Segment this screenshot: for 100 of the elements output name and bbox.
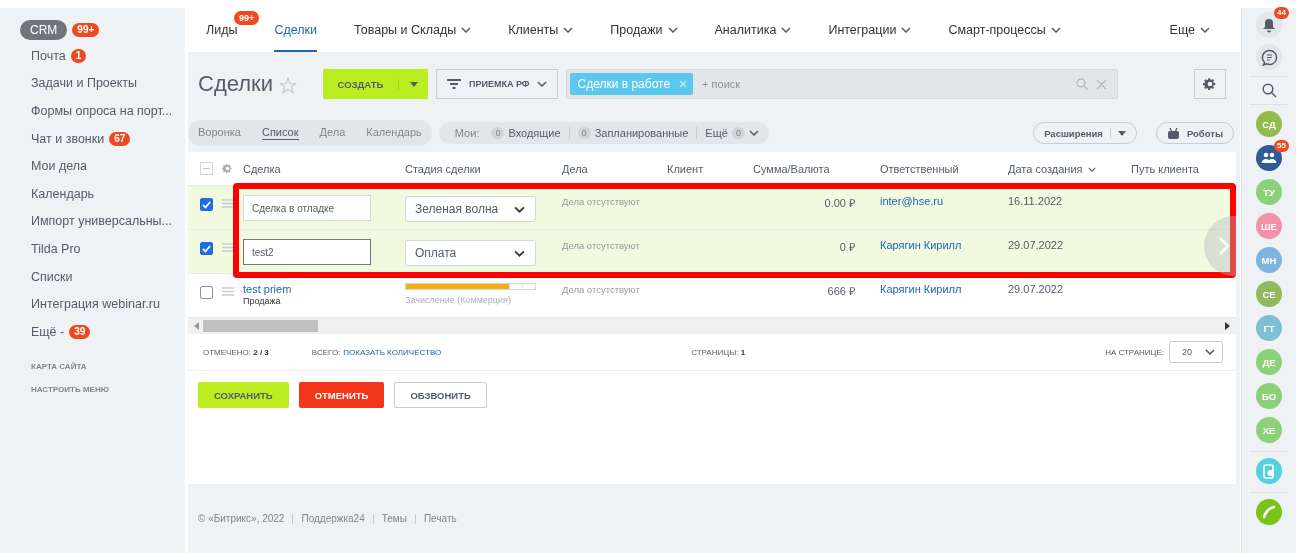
amount-cell: 0 ₽ — [839, 241, 855, 253]
select-all-checkbox[interactable] — [200, 162, 213, 175]
footer-link[interactable]: Темы — [381, 513, 407, 524]
phone-cloud-button[interactable] — [1256, 458, 1282, 484]
page-title: Сделки — [198, 71, 273, 97]
drag-handle-icon[interactable] — [222, 287, 234, 296]
chevron-icon — [667, 27, 678, 33]
close-icon[interactable] — [1096, 78, 1107, 90]
deal-name-field[interactable]: Сделка в отладке — [243, 195, 371, 221]
caret-icon — [410, 81, 418, 87]
people-icon — [1261, 152, 1277, 164]
stage-select[interactable]: Зеленая волна — [405, 196, 536, 222]
column-header[interactable]: Дела — [562, 162, 667, 175]
filter-preset-button[interactable]: ПРИЕМКА РФ — [436, 69, 559, 99]
notification-count: 99+ — [72, 23, 100, 37]
counter-filter[interactable]: Ещё 0 — [705, 127, 759, 139]
cancel-button[interactable]: ОТМЕНИТЬ — [298, 382, 385, 408]
chat-icon — [1260, 48, 1278, 66]
total-label: ВСЕГО: — [311, 347, 341, 357]
nav-tab[interactable]: Смарт-процессы — [948, 8, 1061, 52]
drag-handle-icon[interactable] — [222, 243, 234, 252]
call-button[interactable] — [1256, 499, 1282, 525]
amount-cell: 666 ₽ — [827, 285, 855, 297]
chevron-icon — [537, 81, 548, 87]
call-button[interactable]: ОБЗВОНИТЬ — [394, 382, 487, 408]
search-icon[interactable] — [1261, 83, 1277, 98]
column-header[interactable]: Сделка — [243, 162, 405, 175]
sidebar-item[interactable]: Tilda Pro — [31, 241, 81, 256]
sidebar-item[interactable]: Мои дела — [31, 159, 88, 174]
save-button[interactable]: СОХРАНИТЬ — [198, 382, 289, 408]
column-header[interactable]: Сумма/Валюта — [753, 162, 880, 175]
stage-progress[interactable] — [405, 283, 536, 290]
notification-count: 55 — [1274, 140, 1289, 152]
per-page-label: НА СТРАНИЦЕ: — [1105, 347, 1164, 357]
responsible-link[interactable]: Карягин Кирилл — [880, 283, 962, 295]
sidebar-item[interactable]: Импорт универсальны... — [31, 214, 173, 229]
footer-link[interactable]: © «Битрикс», 2022 — [198, 513, 285, 524]
column-header[interactable]: Клиент — [667, 162, 753, 175]
nav-tab[interactable]: Сделки — [274, 8, 318, 52]
nav-tab[interactable]: Клиенты — [508, 8, 574, 52]
sidebar-link[interactable]: НАСТРОИТЬ МЕНЮ — [31, 384, 185, 394]
create-button[interactable]: СОЗДАТЬ — [323, 69, 428, 99]
footer-link[interactable]: Печать — [423, 513, 457, 524]
sidebar-item[interactable]: Интеграция webinar.ru — [31, 297, 160, 312]
nav-tab[interactable]: Продажи — [610, 8, 678, 52]
chevron-icon — [514, 205, 525, 213]
row-checkbox[interactable] — [200, 198, 213, 211]
responsible-link[interactable]: Карягин Кирилл — [880, 239, 962, 251]
selected-count: ОТМЕЧЕНО: 2 / 3 — [203, 347, 269, 357]
column-header[interactable]: Стадия сделки — [405, 162, 562, 175]
counter-filter[interactable]: 0 Входящие — [491, 127, 561, 139]
activities-cell: Дела отсутствуют — [562, 196, 640, 207]
view-tab[interactable]: Список — [261, 126, 299, 140]
settings-icon[interactable] — [222, 163, 233, 174]
handset-icon — [1261, 504, 1277, 520]
show-count-link[interactable]: ПОКАЗАТЬ КОЛИЧЕСТВО — [343, 347, 442, 357]
chevron-icon — [1050, 27, 1061, 33]
row-checkbox[interactable] — [200, 286, 213, 299]
drag-handle-icon[interactable] — [222, 199, 234, 208]
nav-tab[interactable]: Интеграции — [828, 8, 912, 52]
robot-icon — [1166, 127, 1180, 139]
nav-tab[interactable]: Еще — [1169, 8, 1210, 52]
sidebar-item[interactable]: Чат и звонки — [31, 131, 105, 146]
per-page-select[interactable]: 20 — [1169, 341, 1223, 363]
scroll-right-icon[interactable] — [1225, 322, 1230, 330]
sidebar-item[interactable]: Ещё - — [31, 324, 65, 339]
sidebar-link[interactable]: КАРТА САЙТА — [31, 361, 185, 371]
stage-name: Зачисление (Коммерция) — [405, 295, 512, 305]
deal-name-field[interactable]: test2 — [243, 239, 371, 265]
pages-count: СТРАНИЦЫ: 1 — [691, 347, 746, 357]
chevron-icon — [563, 27, 574, 33]
scroll-left-icon[interactable] — [194, 322, 199, 330]
footer-link[interactable]: Поддержка24 — [301, 513, 365, 524]
sidebar-item[interactable]: Списки — [31, 269, 73, 284]
deal-link[interactable]: test priem — [243, 283, 405, 295]
nav-tab[interactable]: Товары и Склады — [354, 8, 472, 52]
crm-menu-item[interactable]: CRM — [20, 20, 68, 40]
chevron-icon — [1205, 349, 1215, 355]
sidebar-item[interactable]: Задачи и Проекты — [31, 76, 138, 91]
chevron-icon — [748, 130, 759, 136]
chat-button[interactable] — [1256, 44, 1282, 70]
caret-icon — [1117, 130, 1126, 136]
sidebar-item[interactable]: Почта — [31, 48, 66, 63]
settings-button[interactable] — [1194, 69, 1226, 99]
counters-label: Мои: — [454, 127, 480, 139]
chevron-right-icon — [1219, 237, 1229, 255]
nav-tab[interactable]: Аналитика — [714, 8, 792, 52]
counter-filter[interactable]: 0 Запланированные — [577, 127, 689, 139]
notification-count: 39 — [69, 324, 91, 339]
sidebar-item[interactable]: Календарь — [31, 186, 95, 201]
responsible-link[interactable]: inter@hse.ru — [880, 195, 944, 207]
star-icon[interactable] — [279, 77, 297, 95]
sidebar-item[interactable]: Формы опроса на порт... — [31, 104, 173, 118]
amount-cell: 0.00 ₽ — [824, 197, 855, 209]
stage-select[interactable]: Оплата — [405, 240, 536, 266]
column-header[interactable]: Путь клиента — [1131, 162, 1236, 175]
horizontal-scrollbar[interactable] — [188, 318, 1236, 334]
column-header[interactable]: Дата создания — [1008, 162, 1131, 175]
row-checkbox[interactable] — [200, 242, 213, 255]
column-header[interactable]: Ответственный — [880, 162, 1008, 175]
